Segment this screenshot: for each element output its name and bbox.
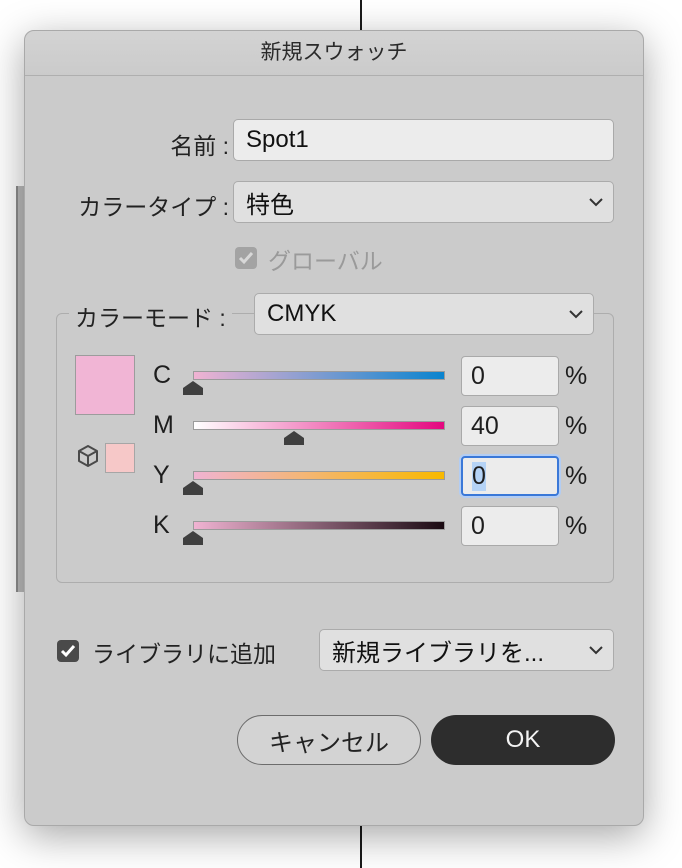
checkmark-icon <box>238 252 254 265</box>
library-select-value: 新規ライブラリを... <box>332 639 545 667</box>
chevron-down-icon <box>589 646 603 655</box>
channel-k-input[interactable]: 0 <box>461 506 559 546</box>
channel-m-slider[interactable] <box>193 421 445 430</box>
background-line-top <box>360 0 362 30</box>
channel-c-input[interactable]: 0 <box>461 356 559 396</box>
dialog-title: 新規スウォッチ <box>25 31 643 76</box>
channel-c-percent: % <box>565 362 588 390</box>
channel-c-slider[interactable] <box>193 371 445 380</box>
add-to-library-checkbox[interactable] <box>57 640 79 662</box>
color-mode-label: カラーモード : <box>69 299 232 333</box>
library-select[interactable]: 新規ライブラリを... <box>319 629 614 671</box>
color-mode-value: CMYK <box>267 300 337 327</box>
add-to-library-label: ライブラリに追加 <box>92 641 276 667</box>
ok-button[interactable]: OK <box>431 715 615 765</box>
channel-k-value: 0 <box>471 511 485 540</box>
global-label: グローバル <box>268 248 383 274</box>
cube-icon <box>78 445 98 467</box>
name-value: Spot1 <box>246 126 309 153</box>
color-preview-swatch <box>75 355 135 415</box>
chevron-down-icon <box>569 310 583 319</box>
channel-m-label: M <box>153 411 174 439</box>
channel-c-label: C <box>153 361 172 389</box>
color-mode-select[interactable]: CMYK <box>254 293 594 335</box>
channel-y-label: Y <box>153 461 170 489</box>
channel-k-label: K <box>153 511 170 539</box>
channel-c-value: 0 <box>471 361 485 390</box>
global-checkbox[interactable] <box>235 247 257 269</box>
checkmark-icon <box>60 645 76 658</box>
color-type-select[interactable]: 特色 <box>233 181 614 223</box>
channel-m-thumb[interactable] <box>283 431 304 445</box>
name-label: 名前 : <box>170 133 229 159</box>
channel-k-slider[interactable] <box>193 521 445 530</box>
channel-m-input[interactable]: 40 <box>461 406 559 446</box>
background-line-bottom <box>360 826 362 868</box>
channel-y-slider[interactable] <box>193 471 445 480</box>
channel-c-thumb[interactable] <box>183 381 203 395</box>
channel-m-value: 40 <box>471 411 499 440</box>
color-type-label: カラータイプ : <box>78 194 229 220</box>
channel-k-thumb[interactable] <box>183 531 203 545</box>
chevron-down-icon <box>589 198 603 207</box>
color-type-value: 特色 <box>246 191 294 219</box>
channel-y-input[interactable]: 0 <box>461 456 559 496</box>
channel-y-thumb[interactable] <box>183 481 203 495</box>
cancel-button[interactable]: キャンセル <box>237 715 421 765</box>
channel-k-percent: % <box>565 512 588 540</box>
gamut-warning-swatch[interactable] <box>105 443 135 473</box>
channel-y-value: 0 <box>472 461 486 491</box>
name-field[interactable]: Spot1 <box>233 119 614 161</box>
new-swatch-dialog: 新規スウォッチ 名前 : Spot1 カラータイプ : 特色 グローバル カラー… <box>24 30 644 826</box>
channel-m-percent: % <box>565 412 588 440</box>
channel-y-percent: % <box>565 462 588 490</box>
